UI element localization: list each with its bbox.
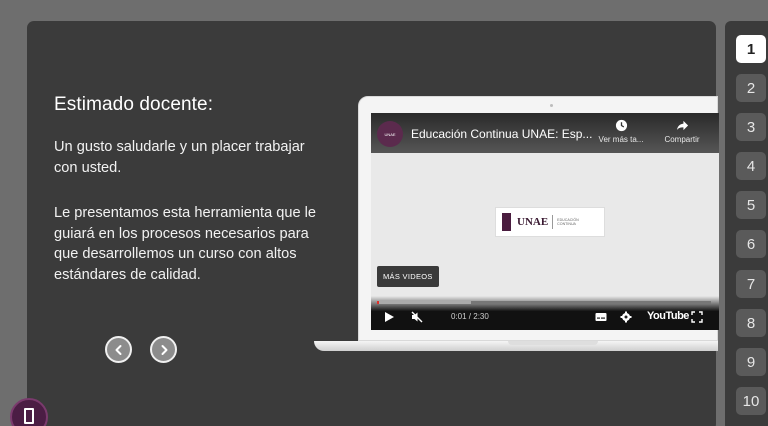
fullscreen-icon (691, 311, 703, 323)
captions-icon (595, 313, 607, 321)
video-progress-bar[interactable] (377, 301, 711, 304)
chevron-left-icon (115, 344, 121, 355)
clock-icon (615, 119, 627, 132)
play-icon (385, 312, 394, 322)
next-button[interactable] (150, 336, 177, 363)
page-button-10[interactable]: 10 (736, 387, 766, 415)
volume-muted-icon (411, 311, 423, 323)
mute-button[interactable] (411, 310, 423, 328)
unae-logo-subtitle: EDUCACIÓN CONTINUA (557, 218, 579, 226)
slide-paragraph-1: Un gusto saludarle y un placer trabajar … (54, 139, 305, 176)
more-videos-button[interactable]: MÁS VIDEOS (377, 266, 439, 287)
gear-icon (620, 311, 632, 323)
captions-button[interactable] (595, 310, 607, 328)
settings-button[interactable] (620, 310, 632, 328)
laptop-camera (550, 104, 553, 107)
play-button[interactable] (383, 310, 395, 328)
book-icon (24, 408, 34, 424)
watch-later-label: Ver más ta... (598, 135, 644, 144)
page-button-7[interactable]: 7 (736, 270, 766, 298)
page-button-8[interactable]: 8 (736, 309, 766, 337)
unae-logo-mark (502, 213, 511, 231)
channel-avatar[interactable]: UNAE (377, 121, 403, 147)
video-player[interactable]: UNAE Educación Continua UNAE: Esp... Ver… (371, 113, 719, 330)
unae-logo-name: UNAE (517, 216, 549, 228)
slide-greeting: Estimado docente: (54, 94, 214, 115)
share-button[interactable]: Compartir (657, 119, 707, 144)
fullscreen-button[interactable] (691, 310, 703, 328)
page-button-6[interactable]: 6 (736, 230, 766, 258)
video-time: 0:01 / 2:30 (451, 312, 489, 321)
page-button-4[interactable]: 4 (736, 152, 766, 180)
unae-logo: UNAE EDUCACIÓN CONTINUA (495, 207, 605, 237)
share-label: Compartir (664, 135, 700, 144)
youtube-logo[interactable]: YouTube (647, 310, 689, 322)
page-button-9[interactable]: 9 (736, 348, 766, 376)
logo-divider (552, 215, 554, 229)
page-button-1[interactable]: 1 (736, 35, 766, 63)
video-buffered-fill (377, 301, 471, 304)
chevron-right-icon (161, 344, 167, 355)
video-title[interactable]: Educación Continua UNAE: Esp... (411, 127, 592, 141)
watch-later-button[interactable]: Ver más ta... (593, 119, 649, 144)
previous-button[interactable] (105, 336, 132, 363)
video-progress-fill (377, 301, 380, 304)
laptop-lid: UNAE Educación Continua UNAE: Esp... Ver… (358, 96, 719, 341)
slide-paragraph-2: Le presentamos esta herramienta que le g… (54, 205, 317, 283)
share-arrow-icon (676, 120, 688, 131)
laptop-notch (508, 341, 598, 345)
page-button-2[interactable]: 2 (736, 74, 766, 102)
laptop-mockup: UNAE Educación Continua UNAE: Esp... Ver… (314, 96, 719, 351)
slide-viewer: Estimado docente: Un gusto saludarle y u… (0, 0, 768, 426)
page-button-3[interactable]: 3 (736, 113, 766, 141)
page-button-5[interactable]: 5 (736, 191, 766, 219)
